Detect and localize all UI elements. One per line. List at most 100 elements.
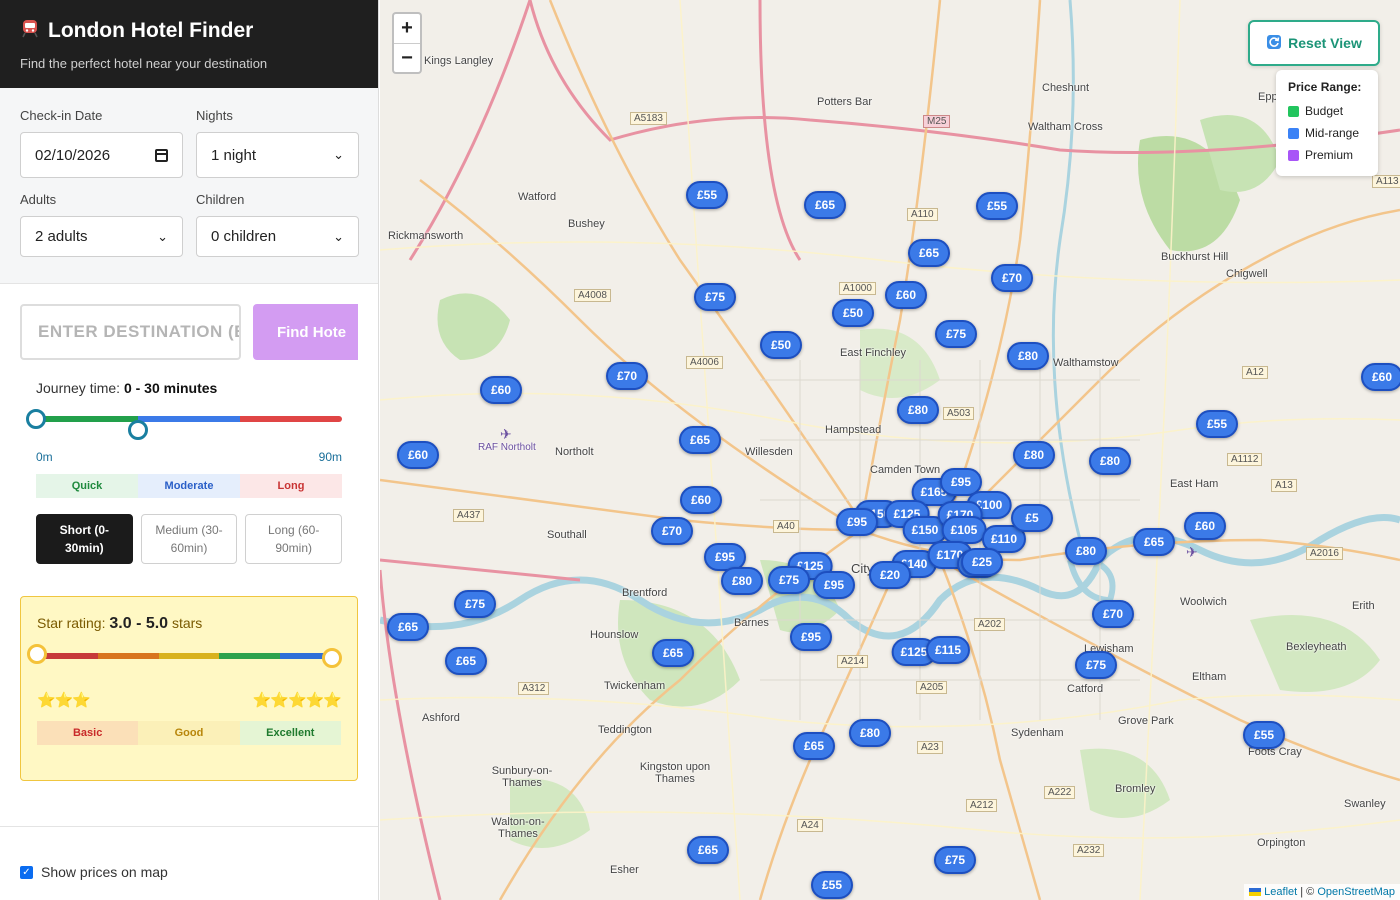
place-label: Northolt [555,446,594,458]
hotel-price-marker[interactable]: £65 [687,836,729,864]
hotel-price-marker[interactable]: £80 [1007,342,1049,370]
hotel-price-marker[interactable]: £60 [1361,363,1400,391]
hotel-price-marker[interactable]: £65 [387,613,429,641]
hotel-price-marker[interactable]: £55 [976,192,1018,220]
show-prices-toggle[interactable]: ✓ Show prices on map [20,864,168,880]
app-subtitle: Find the perfect hotel near your destina… [20,56,268,71]
children-value: 0 children [211,228,277,245]
hotel-price-marker[interactable]: £95 [790,623,832,651]
legend-label: Premium [1305,148,1354,162]
legend-label: Budget [1305,104,1344,118]
hotel-price-marker[interactable]: £50 [760,331,802,359]
hotel-price-marker[interactable]: £65 [804,191,846,219]
road-ref: A202 [974,618,1006,631]
journey-time-filter: Journey time: 0 - 30 minutes 0m 90m Quic… [0,366,378,564]
reset-view-label: Reset View [1288,35,1362,51]
hotel-price-marker[interactable]: £80 [1065,537,1107,565]
hotel-price-marker[interactable]: £105 [941,516,987,544]
legend-label: Mid-range [1305,126,1360,140]
hotel-price-marker[interactable]: £95 [813,571,855,599]
medium-journey-button[interactable]: Medium (30-60min) [140,514,238,564]
hotel-price-marker[interactable]: £95 [836,508,878,536]
star-icons-min: ⭐⭐⭐ [37,692,91,709]
hotel-price-marker[interactable]: £80 [721,567,763,595]
hotel-price-marker[interactable]: £80 [849,719,891,747]
place-label: Bexleyheath [1286,641,1347,653]
osm-link[interactable]: OpenStreetMap [1317,886,1395,898]
children-select[interactable]: 0 children ⌄ [196,216,359,257]
star-max-handle[interactable] [322,648,342,668]
road-ref: A40 [773,520,799,533]
nights-select[interactable]: 1 night ⌄ [196,132,359,178]
hotel-price-marker[interactable]: £70 [651,517,693,545]
short-journey-button[interactable]: Short (0-30min) [36,514,133,564]
hotel-price-marker[interactable]: £65 [652,639,694,667]
journey-track[interactable] [36,416,342,422]
road-ref: A205 [916,681,948,694]
hotel-price-marker[interactable]: £80 [1013,441,1055,469]
road-ref: A1000 [839,282,876,295]
zoom-in-button[interactable]: + [394,14,420,43]
hotel-price-marker[interactable]: £50 [832,299,874,327]
hotel-price-marker[interactable]: £70 [1092,600,1134,628]
star-seg-good: Good [138,721,240,745]
leaflet-link[interactable]: Leaflet [1264,886,1297,898]
calendar-icon[interactable] [155,148,168,162]
hotel-price-marker[interactable]: £55 [811,871,853,899]
hotel-price-marker[interactable]: £80 [897,396,939,424]
place-label: Brentford [622,587,668,599]
hotel-price-marker[interactable]: £60 [397,441,439,469]
star-rating-label: Star rating: [37,615,106,631]
place-label: Kings Langley [424,55,494,67]
legend-item-midrange: Mid-range [1288,122,1366,144]
road-ref: M25 [923,115,951,128]
place-label: RAF Northolt [478,442,536,453]
destination-input[interactable]: ENTER DESTINATION (E.G. [20,304,241,360]
checkbox-checked-icon[interactable]: ✓ [20,865,33,879]
hotel-price-marker[interactable]: £65 [793,732,835,760]
hotel-price-marker[interactable]: £70 [606,362,648,390]
hotel-price-marker[interactable]: £65 [908,239,950,267]
hotel-price-marker[interactable]: £60 [480,376,522,404]
find-hotels-button[interactable]: Find Hote [252,304,358,360]
hotel-price-marker[interactable]: £75 [768,566,810,594]
hotel-price-marker[interactable]: £75 [694,283,736,311]
hotel-price-marker[interactable]: £60 [680,486,722,514]
place-label: Sydenham [1011,727,1064,739]
place-label: Esher [610,864,639,876]
journey-min-label: 0m [36,450,53,464]
reset-view-button[interactable]: Reset View [1248,20,1380,66]
booking-form: Check-in Date 02/10/2026 Nights 1 night … [0,88,378,284]
star-track[interactable] [37,653,341,659]
legend-title: Price Range: [1288,80,1362,94]
road-ref: A12 [1242,366,1268,379]
hotel-price-marker[interactable]: £75 [1075,651,1117,679]
map-canvas[interactable]: Kings Langley Potters Bar Cheshunt Walth… [380,0,1400,900]
hotel-price-marker[interactable]: £25 [961,548,1003,576]
checkin-date-input[interactable]: 02/10/2026 [20,132,183,178]
hotel-price-marker[interactable]: £70 [991,264,1033,292]
hotel-price-marker[interactable]: £5 [1011,504,1053,532]
place-label: Woolwich [1180,596,1227,608]
adults-select[interactable]: 2 adults ⌄ [20,216,183,257]
hotel-price-marker[interactable]: £55 [1243,721,1285,749]
hotel-price-marker[interactable]: £60 [1184,512,1226,540]
hotel-price-marker[interactable]: £55 [686,181,728,209]
hotel-price-marker[interactable]: £75 [454,590,496,618]
hotel-price-marker[interactable]: £80 [1089,447,1131,475]
hotel-price-marker[interactable]: £65 [1133,528,1175,556]
journey-min-handle[interactable] [26,409,46,429]
hotel-price-marker[interactable]: £55 [1196,410,1238,438]
hotel-price-marker[interactable]: £75 [935,320,977,348]
zoom-out-button[interactable]: − [394,43,420,72]
hotel-price-marker[interactable]: £115 [925,636,971,664]
hotel-price-marker[interactable]: £75 [934,846,976,874]
journey-max-handle[interactable] [128,420,149,440]
hotel-price-marker[interactable]: £20 [869,561,911,589]
hotel-price-marker[interactable]: £65 [679,426,721,454]
hotel-price-marker[interactable]: £65 [445,647,487,675]
long-journey-button[interactable]: Long (60-90min) [245,514,343,564]
map-attribution: Leaflet | © OpenStreetMap [1244,884,1400,900]
hotel-price-marker[interactable]: £60 [885,281,927,309]
star-min-handle[interactable] [27,644,47,664]
